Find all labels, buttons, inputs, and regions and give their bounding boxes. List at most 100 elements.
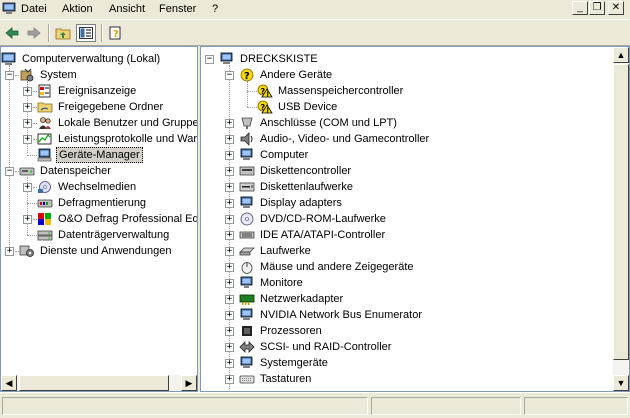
tree-item-label: System xyxy=(40,69,77,81)
monitor-icon xyxy=(240,276,253,288)
tree-collapse-toggle[interactable]: − xyxy=(225,71,234,80)
tree-item-label: IDE ATA/ATAPI-Controller xyxy=(260,229,386,241)
console-tree-pane[interactable]: Computerverwaltung (Lokal) − System + Er… xyxy=(0,46,198,392)
floppy-drive-icon xyxy=(239,182,255,192)
tree-item-label: Prozessoren xyxy=(260,325,322,337)
tree-item-label: USB Device xyxy=(278,101,338,113)
svg-text:!: ! xyxy=(266,107,269,115)
tree-expand-toggle[interactable]: + xyxy=(225,359,234,368)
tree-expand-toggle[interactable]: + xyxy=(5,247,14,256)
vertical-scrollbar[interactable]: ▲ ▼ xyxy=(613,47,629,391)
menu-datei[interactable]: Datei xyxy=(21,3,47,15)
tree-expand-toggle[interactable]: + xyxy=(23,135,32,144)
tree-item-label: Netzwerkadapter xyxy=(260,293,344,305)
minimize-button[interactable]: _ xyxy=(572,1,588,15)
tree-expand-toggle[interactable]: + xyxy=(225,311,234,320)
tree-expand-toggle[interactable]: + xyxy=(225,279,234,288)
tree-expand-toggle[interactable]: + xyxy=(23,87,32,96)
oo-defrag-icon xyxy=(38,213,51,225)
menu-fenster[interactable]: Fenster xyxy=(159,3,196,15)
tree-item-label: Freigegebene Ordner xyxy=(58,101,164,113)
processor-icon xyxy=(242,326,252,336)
tree-item-label: Tastaturen xyxy=(260,373,312,385)
show-hide-tree-button[interactable] xyxy=(76,24,96,42)
status-bar xyxy=(0,392,630,418)
network-adapter-icon xyxy=(239,294,255,305)
tree-expand-toggle[interactable]: + xyxy=(225,215,234,224)
system-tools-icon xyxy=(20,68,34,82)
tree-expand-toggle[interactable]: + xyxy=(225,247,234,256)
tree-expand-toggle[interactable]: + xyxy=(225,295,234,304)
disk-management-icon xyxy=(37,230,53,241)
tree-item-label: Datenspeicher xyxy=(40,165,111,177)
tree-expand-toggle[interactable]: + xyxy=(225,327,234,336)
tree-expand-toggle[interactable]: + xyxy=(225,263,234,272)
tree-expand-toggle[interactable]: + xyxy=(225,119,234,128)
mouse-icon xyxy=(241,262,253,274)
tree-item-label: DVD/CD-ROM-Laufwerke xyxy=(260,213,386,225)
tree-item-label: Computer xyxy=(260,149,309,161)
tree-expand-toggle[interactable]: + xyxy=(23,183,32,192)
device-tree-pane[interactable]: − DRECKSKISTE − ? Andere Geräte ? ! Mass… xyxy=(200,46,630,392)
tree-expand-toggle[interactable]: + xyxy=(225,167,234,176)
tree-item-label: Anschlüsse (COM und LPT) xyxy=(260,117,397,129)
tree-expand-toggle[interactable]: + xyxy=(225,343,234,352)
tree-expand-toggle[interactable]: + xyxy=(225,199,234,208)
svg-text:?: ? xyxy=(113,29,119,40)
help-button[interactable]: ? xyxy=(106,24,126,42)
system-device-icon xyxy=(240,356,253,368)
horizontal-scroll-thumb[interactable] xyxy=(19,375,169,391)
event-viewer-icon xyxy=(38,84,51,98)
tree-expand-toggle[interactable]: + xyxy=(23,215,32,224)
tree-expand-toggle[interactable]: + xyxy=(23,119,32,128)
tree-expand-toggle[interactable]: + xyxy=(225,183,234,192)
scsi-controller-icon xyxy=(239,341,255,353)
help-properties-icon: ? xyxy=(109,26,121,40)
up-folder-icon xyxy=(55,28,71,40)
tree-expand-toggle[interactable]: + xyxy=(23,103,32,112)
menu-ansicht[interactable]: Ansicht xyxy=(109,3,145,15)
warning-device-icon: ? ! xyxy=(257,84,273,98)
tree-item-label: Systemgeräte xyxy=(260,357,328,369)
status-panel-2 xyxy=(371,397,521,415)
tree-item-label: Diskettenlaufwerke xyxy=(260,181,353,193)
menu-aktion[interactable]: Aktion xyxy=(62,3,93,15)
up-one-level-button[interactable] xyxy=(53,24,73,42)
close-button[interactable]: ✕ xyxy=(608,1,624,15)
tree-expand-toggle[interactable]: + xyxy=(225,151,234,160)
tree-item-label: Massenspeichercontroller xyxy=(278,85,404,97)
menu-help[interactable]: ? xyxy=(212,3,218,15)
status-panel-3 xyxy=(524,397,628,415)
tree-line xyxy=(27,155,37,156)
horizontal-scrollbar[interactable]: ◀ ▶ xyxy=(1,375,197,391)
forward-arrow-icon xyxy=(27,27,41,39)
scroll-down-button[interactable]: ▼ xyxy=(613,375,629,391)
toolbar-separator xyxy=(48,24,50,42)
ide-controller-icon xyxy=(239,231,255,239)
tree-line xyxy=(247,91,257,92)
tree-expand-toggle[interactable]: + xyxy=(225,375,234,384)
menu-bar: Datei Aktion Ansicht Fenster ? _ ❐ ✕ xyxy=(0,0,630,19)
scroll-right-button[interactable]: ▶ xyxy=(181,375,197,391)
scroll-up-button[interactable]: ▲ xyxy=(613,47,629,63)
tree-collapse-toggle[interactable]: − xyxy=(5,71,14,80)
defrag-icon xyxy=(37,199,53,208)
tree-line xyxy=(247,81,248,107)
tree-item-label: Computerverwaltung (Lokal) xyxy=(22,53,161,65)
svg-text:?: ? xyxy=(244,71,250,82)
tree-item-label: Andere Geräte xyxy=(260,69,333,81)
forward-button[interactable] xyxy=(24,24,44,42)
keyboard-icon xyxy=(239,375,255,384)
vertical-scroll-thumb[interactable] xyxy=(613,64,629,360)
tree-expand-toggle[interactable]: + xyxy=(225,231,234,240)
tree-collapse-toggle[interactable]: − xyxy=(205,55,214,64)
scroll-left-button[interactable]: ◀ xyxy=(1,375,17,391)
toolbar-separator xyxy=(101,24,103,42)
computer-management-app-icon[interactable] xyxy=(2,2,16,16)
tree-expand-toggle[interactable]: + xyxy=(225,135,234,144)
tree-collapse-toggle[interactable]: − xyxy=(5,167,14,176)
tree-line xyxy=(27,203,37,204)
back-button[interactable] xyxy=(2,24,22,42)
tree-item-label: Monitore xyxy=(260,277,303,289)
restore-button[interactable]: ❐ xyxy=(589,1,605,15)
